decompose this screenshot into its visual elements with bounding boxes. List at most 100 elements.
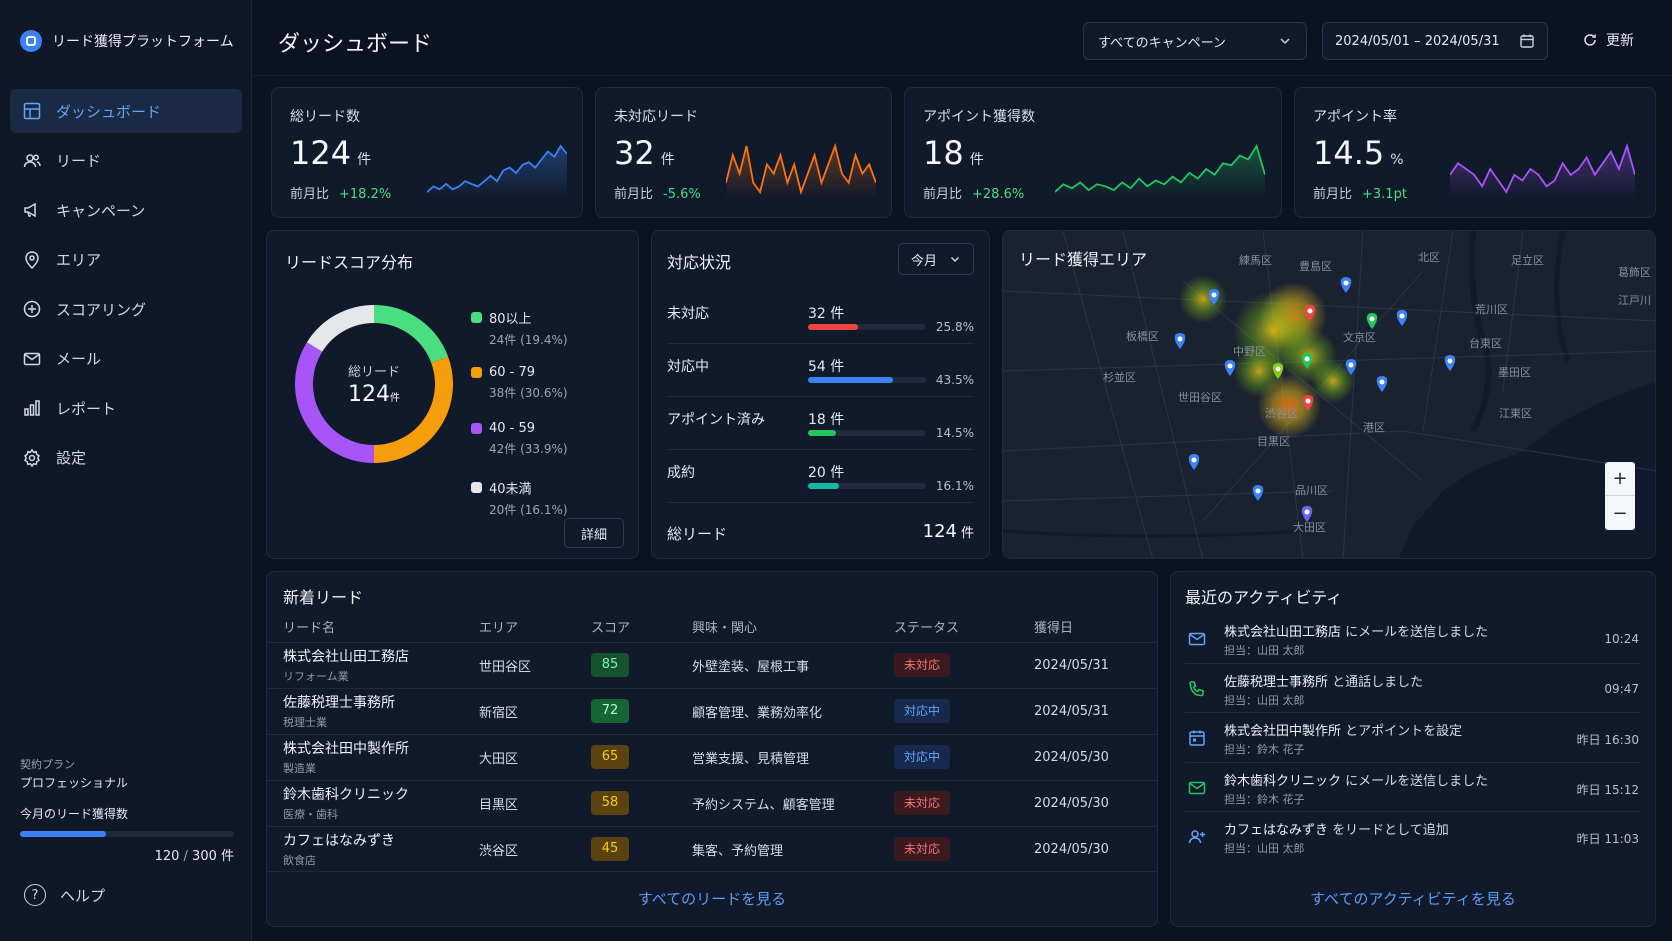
lead-interest: 顧客管理、業務効率化 [692, 687, 894, 734]
activity-subject[interactable]: 鈴木歯科クリニック [1224, 774, 1341, 789]
legend-item: 40 - 59 42件 (33.9%) [471, 421, 631, 478]
kpi-label: 総リード数 [290, 109, 360, 125]
donut-slice[interactable] [373, 305, 449, 364]
lead-name[interactable]: 株式会社田中製作所 [283, 738, 479, 758]
campaign-select[interactable]: すべてのキャンペーン [1083, 22, 1307, 60]
leads-table: リード名 エリア スコア 興味・関心 ステータス 獲得日 株式会社山田工務店 リフ… [267, 612, 1157, 872]
status-label: 未対応 [667, 306, 709, 322]
activity-subject[interactable]: カフェはなみずき [1224, 823, 1328, 838]
card-title: 最近のアクティビティ [1185, 588, 1343, 607]
legend-value: 20件 (16.1%) [489, 502, 568, 517]
activity-time: 昨日 16:30 [1576, 733, 1639, 747]
help-icon: ? [24, 884, 46, 906]
sidebar-item-leads[interactable]: リード [10, 139, 242, 183]
mail-icon [23, 352, 41, 365]
score-legend: 80以上 24件 (19.4%) 60 - 79 38件 (30.6%) 40 … [471, 308, 631, 534]
status-bar-fill [808, 377, 893, 383]
sidebar-item-campaigns[interactable]: キャンペーン [10, 188, 242, 232]
date-range-picker[interactable]: 2024/05/01 – 2024/05/31 [1322, 22, 1548, 60]
sidebar-item-scoring[interactable]: スコアリング [10, 287, 242, 331]
status-badge: 未対応 [894, 653, 951, 677]
help-link[interactable]: ? ヘルプ [24, 884, 105, 906]
district-label: 品川区 [1295, 484, 1328, 497]
score-detail-button[interactable]: 詳細 [564, 518, 624, 548]
activity-time: 昨日 15:12 [1576, 782, 1639, 797]
activity-item[interactable]: 株式会社田中製作所 とアポイントを設定 担当：鈴木 花子 昨日 16:30 [1171, 713, 1655, 763]
donut-slice[interactable] [306, 305, 375, 353]
table-row[interactable]: 株式会社山田工務店 リフォーム業 世田谷区 85 外壁塗装、屋根工事 未対応 20… [267, 641, 1157, 688]
activity-item[interactable]: カフェはなみずき をリードとして追加 担当：山田 太郎 昨日 11:03 [1171, 812, 1655, 862]
district-label: 杉並区 [1103, 370, 1136, 384]
activity-item[interactable]: 株式会社山田工務店 にメールを送信しました 担当：山田 太郎 10:24 [1171, 614, 1655, 664]
sidebar-item-reports[interactable]: レポート [10, 386, 242, 430]
lead-industry: 税理士業 [283, 716, 327, 729]
sidebar-item-label: エリア [56, 251, 102, 269]
column-header[interactable]: エリア [479, 612, 591, 642]
legend-label: 80以上 [489, 312, 532, 327]
kpi-compare-label: 前月比 [1313, 187, 1353, 202]
activity-item[interactable]: 佐藤税理士事務所 と通話しました 担当：山田 太郎 09:47 [1171, 664, 1655, 713]
quota-label: 今月のリード獲得数 [20, 807, 129, 821]
refresh-button[interactable]: 更新 [1582, 30, 1634, 50]
sidebar-item-area[interactable]: エリア [10, 238, 242, 282]
lead-name[interactable]: カフェはなみずき [283, 830, 479, 850]
lead-industry: 医療・歯科 [283, 808, 338, 821]
activity-subject[interactable]: 株式会社田中製作所 [1224, 724, 1341, 739]
see-all-leads-link[interactable]: すべてのリードを見る [267, 888, 1157, 909]
score-distribution-card: リードスコア分布 総リード 124件 80以上 24件 (19.4%) 60 -… [266, 230, 639, 559]
column-header[interactable]: リード名 [267, 612, 479, 642]
period-select[interactable]: 今月 [898, 243, 974, 275]
lead-date: 2024/05/30 [1034, 825, 1157, 872]
table-row[interactable]: 鈴木歯科クリニック 医療・歯科 目黒区 58 予約システム、顧客管理 未対応 20… [267, 779, 1157, 826]
bar-chart-icon [24, 400, 40, 416]
phone-icon [1189, 680, 1204, 696]
district-label: 港区 [1363, 421, 1385, 434]
activity-subject[interactable]: 株式会社山田工務店 [1224, 625, 1341, 640]
lead-name[interactable]: 鈴木歯科クリニック [283, 784, 479, 804]
table-row[interactable]: 佐藤税理士事務所 税理士業 新宿区 72 顧客管理、業務効率化 対応中 2024/… [267, 687, 1157, 734]
sparkline-area [1450, 146, 1635, 198]
column-header[interactable]: スコア [591, 612, 692, 642]
map-zoom-out-button[interactable]: − [1605, 496, 1635, 530]
sidebar-item-dashboard[interactable]: ダッシュボード [10, 89, 242, 133]
refresh-label: 更新 [1606, 33, 1634, 49]
recent-activity-card: 最近のアクティビティ 株式会社山田工務店 にメールを送信しました 担当：山田 太… [1170, 571, 1656, 927]
kpi-sparkline [726, 142, 876, 198]
status-bar-fill [808, 324, 859, 330]
lead-industry: 飲食店 [283, 854, 316, 868]
see-all-activity-link[interactable]: すべてのアクティビティを見る [1171, 888, 1655, 909]
score-badge: 85 [591, 653, 629, 677]
legend-swatch [471, 366, 482, 378]
column-header[interactable]: 獲得日 [1034, 612, 1157, 642]
sidebar-item-label: 設定 [56, 449, 87, 467]
kpi-value: 124 件 [290, 134, 371, 172]
score-badge: 65 [591, 745, 629, 769]
district-label: 大田区 [1293, 520, 1326, 534]
activity-subject[interactable]: 佐藤税理士事務所 [1224, 675, 1328, 690]
district-label: 江戸川 [1618, 294, 1651, 307]
table-row[interactable]: カフェはなみずき 飲食店 渋谷区 45 集客、予約管理 未対応 2024/05/3… [267, 825, 1157, 872]
column-header[interactable]: 興味・関心 [692, 612, 894, 642]
activity-title: 鈴木歯科クリニック にメールを送信しました [1224, 770, 1488, 789]
map-canvas[interactable]: 練馬区 豊島区 北区 足立区 葛飾区 江戸川 板橋区 荒川区 台東区 杉並区 中… [1003, 231, 1656, 559]
brand-logo-icon [20, 30, 42, 52]
kpi-compare: 前月比 +3.1pt [1313, 183, 1407, 202]
map-zoom-in-button[interactable]: + [1605, 462, 1635, 496]
status-bar [808, 377, 926, 383]
lead-name[interactable]: 佐藤税理士事務所 [283, 692, 479, 712]
column-header[interactable]: ステータス [894, 612, 1034, 642]
table-row[interactable]: 株式会社田中製作所 製造業 大田区 65 営業支援、見積管理 対応中 2024/0… [267, 733, 1157, 780]
brand[interactable]: リード獲得プラットフォーム [20, 30, 234, 52]
lead-area-map-card: 練馬区 豊島区 北区 足立区 葛飾区 江戸川 板橋区 荒川区 台東区 杉並区 中… [1002, 230, 1656, 559]
legend-swatch [471, 423, 482, 434]
lead-name[interactable]: 株式会社山田工務店 [283, 646, 479, 666]
activity-item[interactable]: 鈴木歯科クリニック にメールを送信しました 担当：鈴木 花子 昨日 15:12 [1171, 763, 1655, 812]
sidebar-item-mail[interactable]: メール [10, 337, 242, 381]
sidebar-item-settings[interactable]: 設定 [10, 436, 242, 480]
activity-title: カフェはなみずき をリードとして追加 [1224, 819, 1449, 838]
status-badge: 未対応 [894, 837, 951, 862]
status-row-in-progress: 対応中 54 件 43.5% [652, 344, 989, 397]
status-label: アポイント済み [667, 412, 765, 428]
activity-owner: 担当：鈴木 花子 [1224, 792, 1305, 806]
district-label: 目黒区 [1257, 435, 1290, 448]
